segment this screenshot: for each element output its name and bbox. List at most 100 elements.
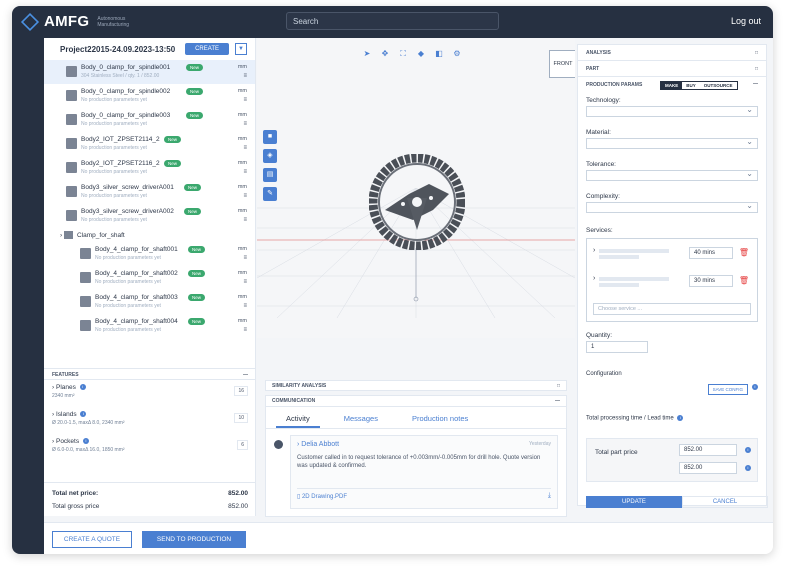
chevron-right-icon[interactable]: › (593, 247, 595, 254)
feature-row[interactable]: › Islands i Ø 20.0-1.5, maxΔ 8.0, 2340 mm… (44, 407, 256, 434)
chevron-right-icon[interactable]: › (52, 438, 54, 445)
part-tree-item[interactable]: Body_0_clamp_for_spindle002 No production… (44, 84, 255, 108)
tab-activity[interactable]: Activity (276, 407, 320, 428)
part-price-input[interactable]: 852.00 (679, 444, 737, 456)
info-icon[interactable]: i (82, 438, 89, 445)
list-menu-icon[interactable]: ≡ (243, 169, 247, 175)
analysis-header[interactable]: ANALYSIS □ (578, 45, 766, 61)
choose-service-select[interactable]: Choose service ... (593, 303, 751, 315)
pointer-icon[interactable]: ➤ (361, 48, 373, 60)
unit-label[interactable]: mm (238, 318, 247, 324)
section-icon[interactable]: ◧ (433, 48, 445, 60)
service-time-input[interactable]: 40 mins (689, 247, 733, 259)
info-icon[interactable]: i (745, 465, 751, 471)
list-menu-icon[interactable]: ≡ (243, 193, 247, 199)
unit-label[interactable]: mm (238, 184, 247, 190)
info-icon[interactable]: i (80, 411, 87, 418)
feature-row[interactable]: › Planes i 2340 mm² 16 (44, 380, 256, 407)
3d-viewer[interactable]: ➤ ✥ ⛶ ◆ ◧ ⚙ ■ ◈ ▤ ✎ FRONT (257, 38, 575, 338)
collapse-icon[interactable]: — (243, 372, 248, 378)
info-icon[interactable]: i (677, 415, 684, 421)
unit-label[interactable]: mm (238, 64, 247, 70)
info-icon[interactable]: i (745, 447, 751, 453)
part-price-input-2[interactable]: 852.00 (679, 462, 737, 474)
expand-icon[interactable]: □ (755, 66, 758, 72)
part-tree-item[interactable]: Body_4_clamp_for_shaft003 No production p… (44, 290, 255, 314)
info-icon[interactable]: i (79, 384, 86, 391)
chevron-right-icon[interactable]: › (52, 384, 54, 391)
expand-icon[interactable]: □ (557, 383, 560, 389)
settings-icon[interactable]: ⚙ (451, 48, 463, 60)
trash-icon[interactable]: 🗑 (739, 276, 749, 285)
update-button[interactable]: UPDATE (586, 496, 682, 508)
box-icon[interactable]: ◈ (263, 149, 277, 163)
list-menu-icon[interactable]: ≡ (243, 145, 247, 151)
unit-label[interactable]: mm (238, 160, 247, 166)
cube-view-icon[interactable]: ◆ (415, 48, 427, 60)
list-menu-icon[interactable]: ≡ (243, 217, 247, 223)
part-tree-item[interactable]: Body_0_clamp_for_spindle003 No production… (44, 108, 255, 132)
similarity-analysis-header[interactable]: SIMILARITY ANALYSIS □ (265, 380, 567, 391)
cancel-button[interactable]: CANCEL (682, 496, 768, 508)
create-button[interactable]: CREATE (185, 43, 229, 55)
part-tree-item[interactable]: Body3_silver_screw_driverA002 No producti… (44, 204, 255, 228)
part-tree-item[interactable]: Body2_IOT_ZPSET2116_2 No production param… (44, 156, 255, 180)
unit-label[interactable]: mm (238, 270, 247, 276)
unit-label[interactable]: mm (238, 246, 247, 252)
search-input[interactable]: Search (286, 12, 499, 30)
unit-label[interactable]: mm (238, 136, 247, 142)
part-tree-item[interactable]: Body_0_clamp_for_spindle001 304 Stainless… (44, 60, 255, 84)
unit-label[interactable]: mm (238, 208, 247, 214)
logo[interactable]: AMFG Autonomous Manufacturing (20, 12, 147, 31)
expand-icon[interactable]: □ (755, 50, 758, 56)
unit-label[interactable]: mm (238, 112, 247, 118)
collapse-icon[interactable]: — (555, 398, 560, 404)
fit-icon[interactable]: ⛶ (397, 48, 409, 60)
chevron-right-icon[interactable]: › (52, 411, 54, 418)
download-icon[interactable]: ⤓ (548, 492, 551, 500)
info-icon[interactable]: i (752, 384, 758, 390)
book-icon[interactable]: ▤ (263, 168, 277, 182)
create-quote-button[interactable]: CREATE A QUOTE (52, 531, 132, 548)
chevron-right-icon[interactable]: › (593, 275, 595, 282)
collapse-icon[interactable]: — (753, 81, 758, 87)
part-tree-item[interactable]: Body_4_clamp_for_shaft002 No production p… (44, 266, 255, 290)
unit-label[interactable]: mm (238, 294, 247, 300)
list-menu-icon[interactable]: ≡ (243, 327, 247, 333)
mode-outsource[interactable]: OUTSOURCE (700, 82, 737, 89)
list-menu-icon[interactable]: ≡ (243, 303, 247, 309)
attachment-link[interactable]: ▯ 2D Drawing.PDF ⤓ (297, 488, 551, 502)
quantity-stepper[interactable]: 1 (586, 341, 648, 353)
part-tree-item[interactable]: Body2_IOT_ZPSET2114_2 No production param… (44, 132, 255, 156)
unit-label[interactable]: mm (238, 88, 247, 94)
view-cube[interactable]: FRONT (549, 50, 575, 78)
move-icon[interactable]: ✥ (379, 48, 391, 60)
trash-icon[interactable]: 🗑 (739, 248, 749, 257)
tab-production-notes[interactable]: Production notes (402, 407, 478, 428)
list-menu-icon[interactable]: ≡ (243, 255, 247, 261)
camera-icon[interactable]: ■ (263, 130, 277, 144)
folder-row[interactable]: › Clamp_for_shaft (44, 228, 255, 242)
message-author[interactable]: › Delia Abbott (297, 441, 551, 448)
part-tree-item[interactable]: Body_4_clamp_for_shaft004 No production p… (44, 314, 255, 338)
part-header[interactable]: PART □ (578, 61, 766, 77)
logout-link[interactable]: Log out (731, 16, 761, 26)
material-select[interactable] (586, 137, 758, 149)
list-menu-icon[interactable]: ≡ (243, 97, 247, 103)
send-to-production-button[interactable]: SEND TO PRODUCTION (142, 531, 246, 548)
service-time-input[interactable]: 30 mins (689, 275, 733, 287)
part-tree-item[interactable]: Body_4_clamp_for_shaft001 No production p… (44, 242, 255, 266)
tab-messages[interactable]: Messages (334, 407, 388, 428)
mode-buy[interactable]: BUY (682, 82, 700, 89)
technology-select[interactable] (586, 105, 758, 117)
list-menu-icon[interactable]: ≡ (243, 73, 247, 79)
tolerance-select[interactable] (586, 169, 758, 181)
chevron-down-icon[interactable]: ▼ (235, 43, 247, 55)
mode-make[interactable]: MAKE (661, 82, 683, 89)
save-config-button[interactable]: SAVE CONFIG (707, 384, 748, 395)
complexity-select[interactable] (586, 201, 758, 213)
list-menu-icon[interactable]: ≡ (243, 279, 247, 285)
feature-row[interactable]: › Pockets i Ø 6.0-0.0, maxΔ 16.0, 1850 mm… (44, 434, 256, 461)
part-tree-item[interactable]: Body3_silver_screw_driverA001 No producti… (44, 180, 255, 204)
list-menu-icon[interactable]: ≡ (243, 121, 247, 127)
